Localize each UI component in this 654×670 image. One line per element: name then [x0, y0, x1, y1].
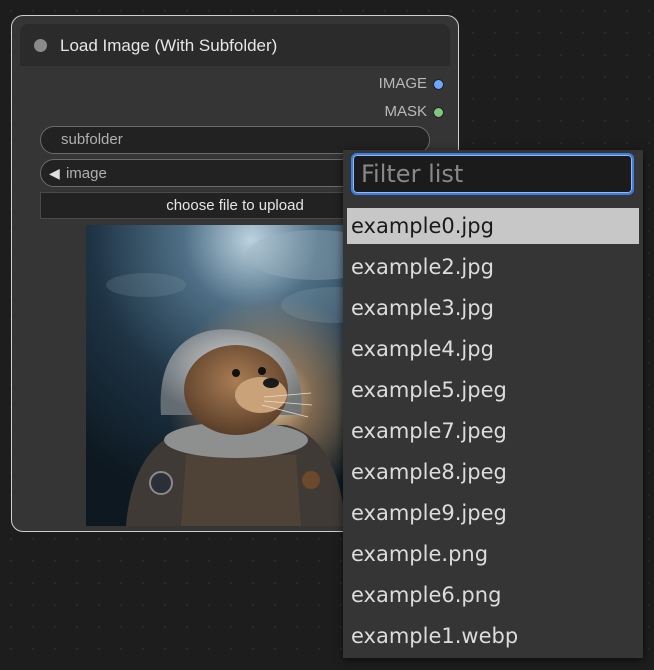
list-item[interactable]: example8.jpeg [347, 454, 639, 490]
collapse-dot-icon[interactable] [34, 39, 47, 52]
image-dropdown-menu: example0.jpg example2.jpg example3.jpg exam… [343, 150, 643, 658]
list-item[interactable]: example9.jpeg [347, 495, 639, 531]
file-list: example0.jpg example2.jpg example3.jpg exam… [347, 208, 639, 659]
list-item[interactable]: example1.webp [347, 618, 639, 654]
list-item[interactable]: example.png [347, 536, 639, 572]
list-item[interactable]: example6.png [347, 577, 639, 613]
list-item[interactable]: example7.jpeg [347, 413, 639, 449]
output-mask-label: MASK [384, 103, 427, 120]
subfolder-label: subfolder [61, 131, 123, 148]
filter-list-input[interactable] [351, 153, 634, 195]
otter-astronaut-image [86, 225, 386, 526]
output-image-label: IMAGE [378, 75, 427, 92]
list-item[interactable]: example5.jpeg [347, 372, 639, 408]
output-image-slot-icon[interactable] [433, 78, 444, 90]
list-item[interactable]: example3.jpg [347, 290, 639, 326]
image-combo-label: image [65, 165, 107, 182]
output-mask-slot-icon[interactable] [433, 106, 444, 118]
node-title: Load Image (With Subfolder) [60, 36, 278, 55]
output-image[interactable]: IMAGE [379, 74, 444, 102]
prev-arrow-icon[interactable]: ◀ [49, 165, 60, 181]
image-preview [86, 225, 386, 526]
output-slots: IMAGE MASK [379, 74, 444, 130]
list-item[interactable]: example4.jpg [347, 331, 639, 367]
list-item[interactable]: example2.jpg [347, 249, 639, 285]
list-item[interactable]: example0.jpg [347, 208, 639, 244]
node-header[interactable]: Load Image (With Subfolder) [20, 24, 450, 66]
